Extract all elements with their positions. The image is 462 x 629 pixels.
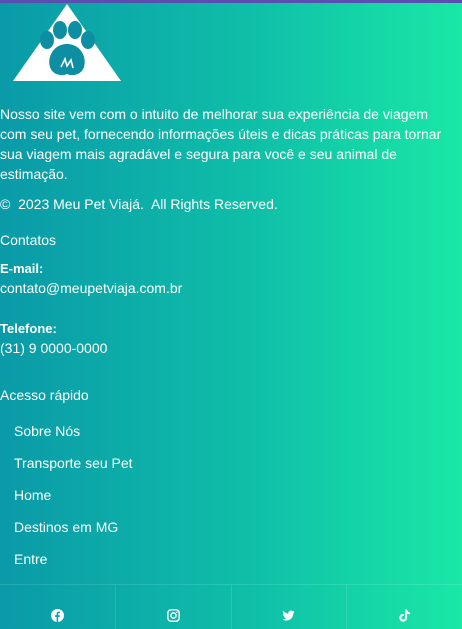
quick-link-transporte-pet[interactable]: Transporte seu Pet — [14, 453, 133, 485]
phone-value[interactable]: (31) 9 0000-0000 — [0, 338, 107, 358]
tiktok-icon — [399, 608, 410, 622]
copyright-text: 2023 Meu Pet Viajá. All Rights Reserved. — [18, 196, 278, 212]
email-label: E-mail: — [0, 261, 44, 276]
phone-label: Telefone: — [0, 321, 57, 336]
facebook-icon — [50, 608, 64, 622]
quick-link-home[interactable]: Home — [14, 485, 133, 517]
quick-access-title: Acesso rápido — [0, 387, 89, 403]
social-bar — [0, 584, 462, 629]
about-text: Nosso site vem com o intuito de melhorar… — [0, 106, 442, 182]
contacts-title: Contatos — [0, 232, 57, 248]
social-twitter-link[interactable] — [232, 585, 348, 629]
quick-link-entre[interactable]: Entre — [14, 549, 133, 581]
copyright-symbol: © — [0, 196, 11, 212]
quick-link-sobre-nos[interactable]: Sobre Nós — [14, 421, 133, 453]
quick-access-list: Sobre Nós Transporte seu Pet Home Destin… — [14, 421, 133, 581]
copyright: © 2023 Meu Pet Viajá. All Rights Reserve… — [0, 194, 278, 214]
quick-link-destinos-mg[interactable]: Destinos em MG — [14, 517, 133, 549]
top-accent-line — [0, 0, 462, 3]
email-value[interactable]: contato@meupetviaja.com.br — [0, 278, 182, 298]
social-tiktok-link[interactable] — [347, 585, 462, 629]
logo-paw-icon[interactable] — [13, 4, 121, 81]
social-facebook-link[interactable] — [0, 585, 116, 629]
social-instagram-link[interactable] — [116, 585, 232, 629]
instagram-icon — [166, 608, 180, 622]
twitter-icon — [282, 609, 295, 621]
